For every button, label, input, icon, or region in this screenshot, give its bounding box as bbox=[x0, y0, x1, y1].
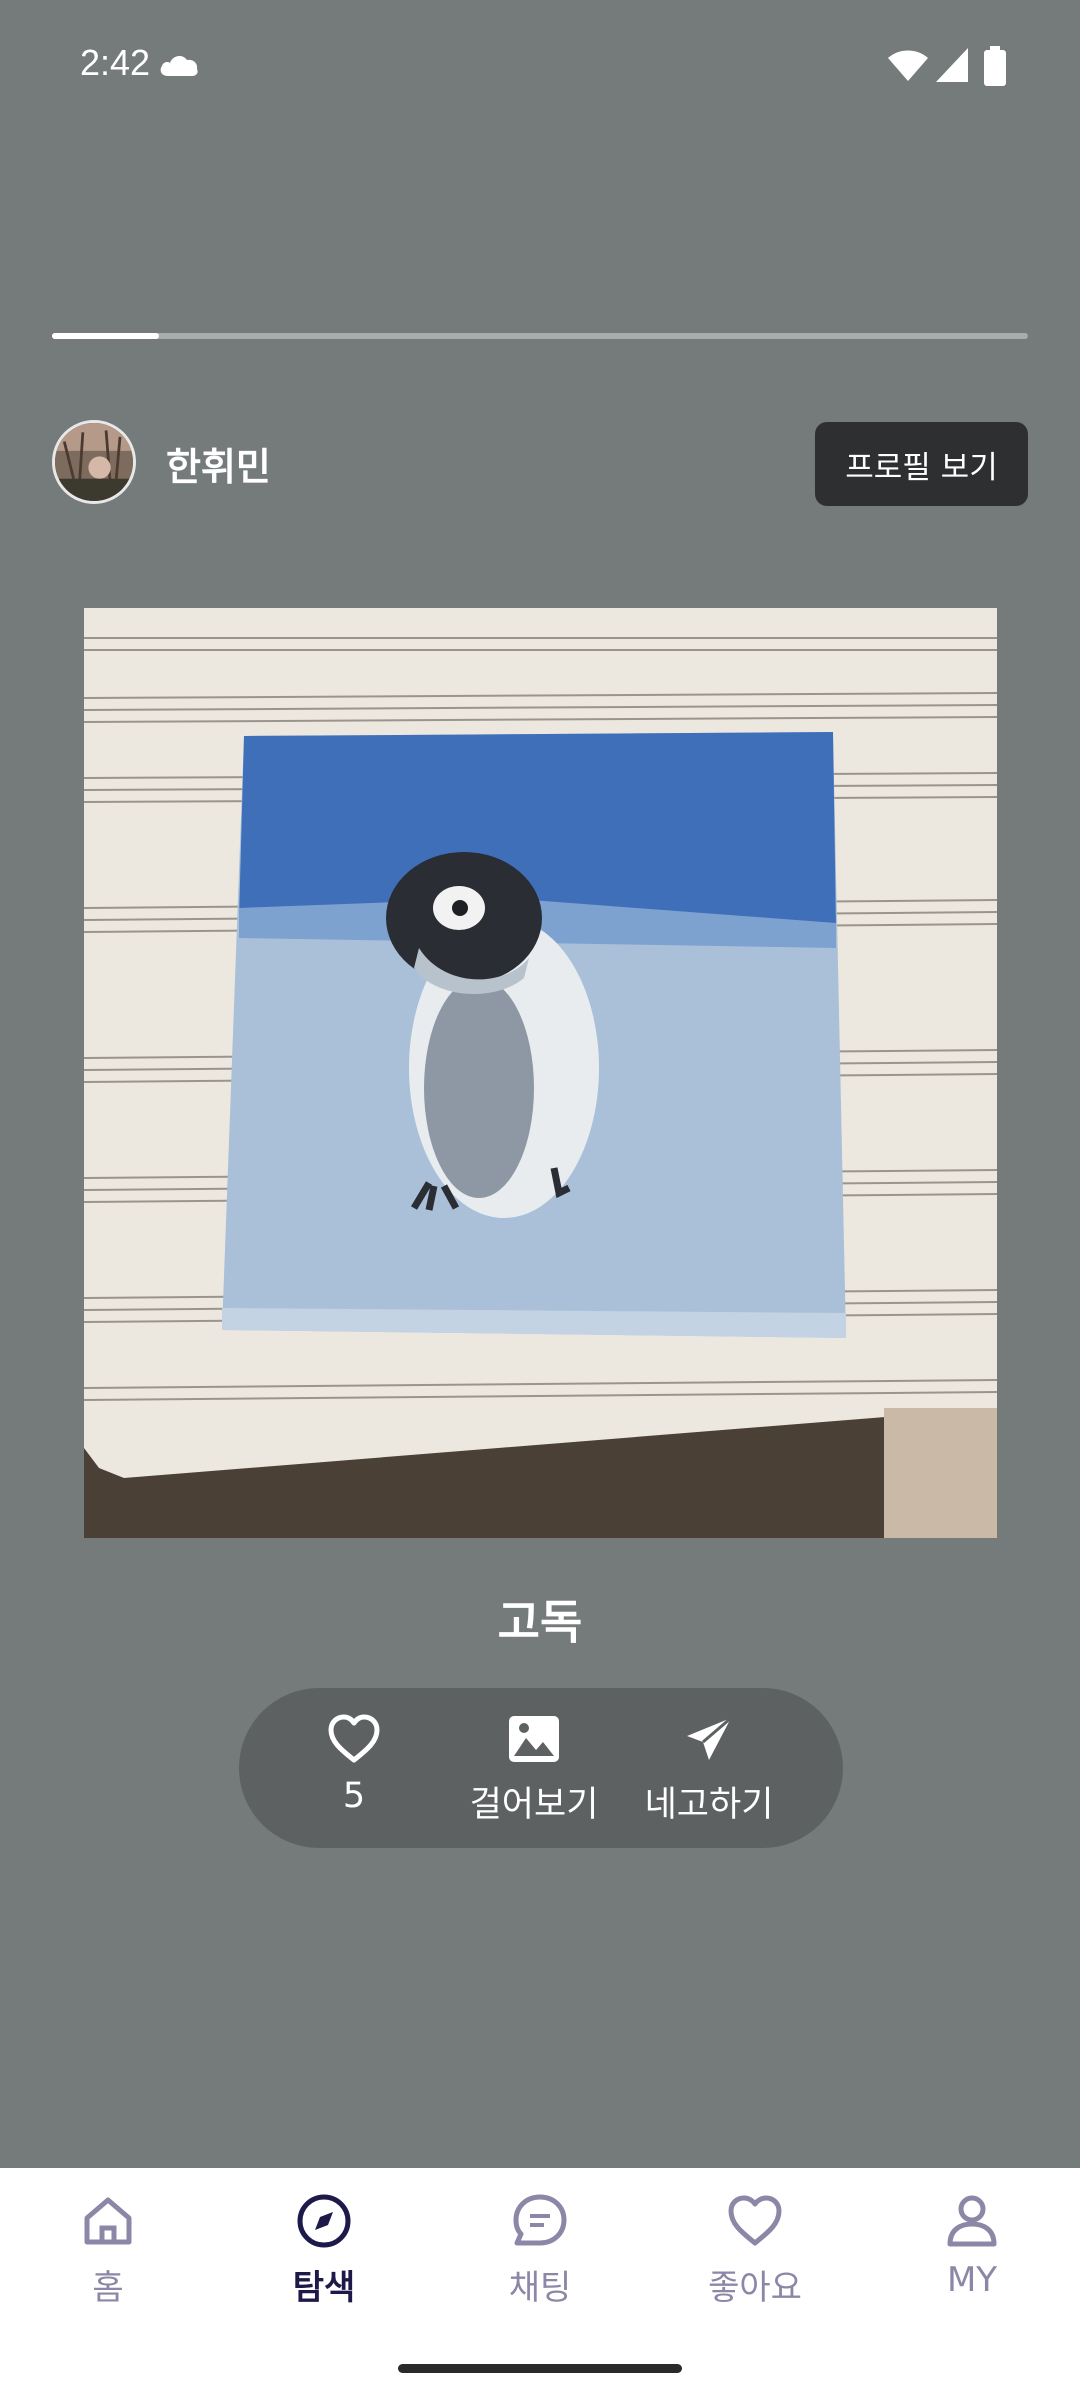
home-indicator[interactable] bbox=[398, 2364, 682, 2373]
image-icon bbox=[509, 1716, 559, 1762]
status-time: 2:42 bbox=[80, 42, 151, 83]
penguin-painting-image bbox=[84, 608, 997, 1538]
heart-outline-icon bbox=[328, 1714, 380, 1763]
hang-preview-label: 걸어보기 bbox=[469, 1785, 599, 1825]
story-progress-fill bbox=[52, 333, 160, 339]
nav-label-chat: 채팅 bbox=[508, 2268, 572, 2308]
chat-icon bbox=[513, 2194, 567, 2246]
avatar[interactable] bbox=[52, 420, 136, 504]
view-profile-button[interactable]: 프로필 보기 bbox=[815, 422, 1028, 506]
negotiate-label: 네고하기 bbox=[644, 1785, 774, 1825]
screen: 2:42 한휘민 프로필 보기 고독 5 걸어보기 네고하기 홈 탐색 채팅 좋… bbox=[0, 0, 1080, 2400]
signal-icon bbox=[936, 48, 968, 82]
like-count: 5 bbox=[342, 1776, 366, 1816]
nav-item-explore[interactable]: 탐색 bbox=[244, 2192, 404, 2332]
nav-item-chat[interactable]: 채팅 bbox=[460, 2192, 620, 2332]
story-progress-bar bbox=[52, 333, 1028, 339]
avatar-image bbox=[55, 423, 133, 501]
artwork-title: 고독 bbox=[497, 1595, 583, 1649]
battery-icon bbox=[984, 46, 1006, 86]
like-button[interactable]: 5 bbox=[294, 1688, 414, 1848]
action-bar: 5 걸어보기 네고하기 bbox=[239, 1688, 843, 1848]
nav-label-likes: 좋아요 bbox=[708, 2268, 802, 2308]
send-icon bbox=[687, 1716, 732, 1760]
compass-icon bbox=[297, 2194, 351, 2248]
nav-label-explore: 탐색 bbox=[292, 2268, 356, 2308]
home-icon bbox=[84, 2197, 132, 2245]
nav-item-my[interactable]: MY bbox=[892, 2192, 1052, 2332]
heart-icon bbox=[728, 2195, 782, 2246]
person-icon bbox=[947, 2195, 997, 2247]
artwork-image[interactable] bbox=[84, 608, 997, 1538]
hang-preview-button[interactable]: 걸어보기 bbox=[454, 1688, 614, 1848]
user-name[interactable]: 한휘민 bbox=[166, 436, 271, 491]
nav-item-likes[interactable]: 좋아요 bbox=[675, 2192, 835, 2332]
nav-label-my: MY bbox=[946, 2260, 998, 2300]
status-bar: 2:42 bbox=[0, 0, 1080, 130]
nav-item-home[interactable]: 홈 bbox=[28, 2192, 188, 2332]
wifi-icon bbox=[888, 50, 928, 81]
negotiate-button[interactable]: 네고하기 bbox=[624, 1688, 794, 1848]
cloud-icon bbox=[160, 56, 198, 76]
nav-label-home: 홈 bbox=[92, 2268, 124, 2308]
